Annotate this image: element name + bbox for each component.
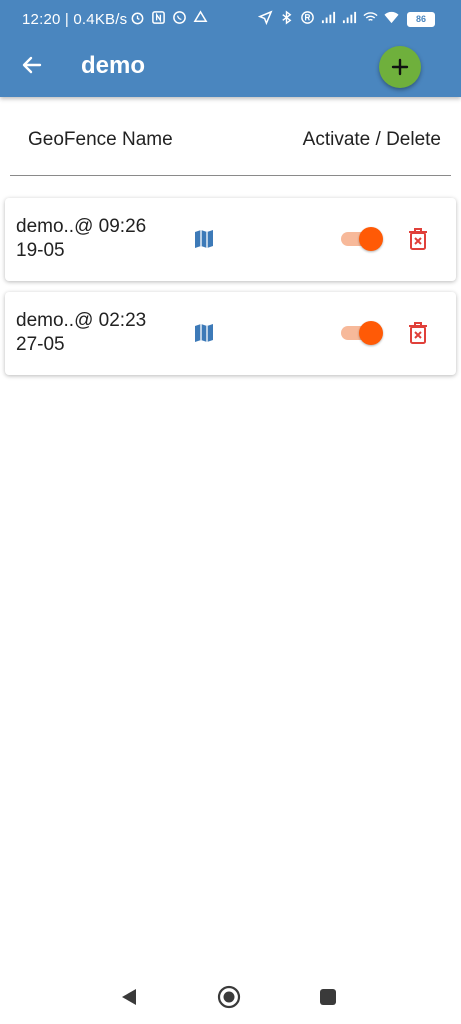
back-arrow-icon[interactable] [20,53,44,77]
nav-back-icon[interactable] [117,985,141,1009]
geofence-card: demo..@ 02:23 27-05 [5,292,456,375]
drive-icon [193,10,208,22]
signal-icon [321,11,336,24]
geofence-name-column-label: GeoFence Name [28,129,173,150]
status-bar: 12:20 | 0.4KB/s 86 [0,0,461,40]
geofence-name: demo..@ 09:26 19-05 [16,216,147,261]
geofence-name: demo..@ 02:23 27-05 [16,310,147,355]
nav-home-icon[interactable] [217,985,241,1009]
app-bar: 12:20 | 0.4KB/s 86 demo [0,0,461,97]
location-icon [258,10,273,25]
plus-icon [391,58,409,76]
activate-delete-column-label: Activate / Delete [302,129,441,150]
delete-icon[interactable] [407,321,429,345]
delete-icon[interactable] [407,227,429,251]
activate-toggle[interactable] [339,226,385,252]
activate-toggle[interactable] [339,320,385,346]
add-geofence-button[interactable] [379,46,421,88]
toggle-thumb [359,227,383,251]
page-title: demo [81,52,146,79]
bluetooth-icon [282,10,292,25]
map-icon[interactable] [192,321,216,345]
signal-icon-2 [342,11,357,24]
wifi-calling-icon [363,12,378,21]
status-time: 12:20 | 0.4KB/s [22,11,128,28]
whatsapp-icon [173,11,186,24]
list-header: GeoFence Name Activate / Delete [10,117,451,176]
battery-level: 86 [407,12,435,27]
map-icon[interactable] [192,227,216,251]
nav-recents-icon[interactable] [316,985,340,1009]
system-nav-bar [0,970,461,1024]
alarm-icon [131,12,144,25]
wifi-icon [384,11,399,24]
nfc-icon [152,11,165,24]
geofence-card: demo..@ 09:26 19-05 [5,198,456,281]
registered-icon [301,11,314,24]
toggle-thumb [359,321,383,345]
